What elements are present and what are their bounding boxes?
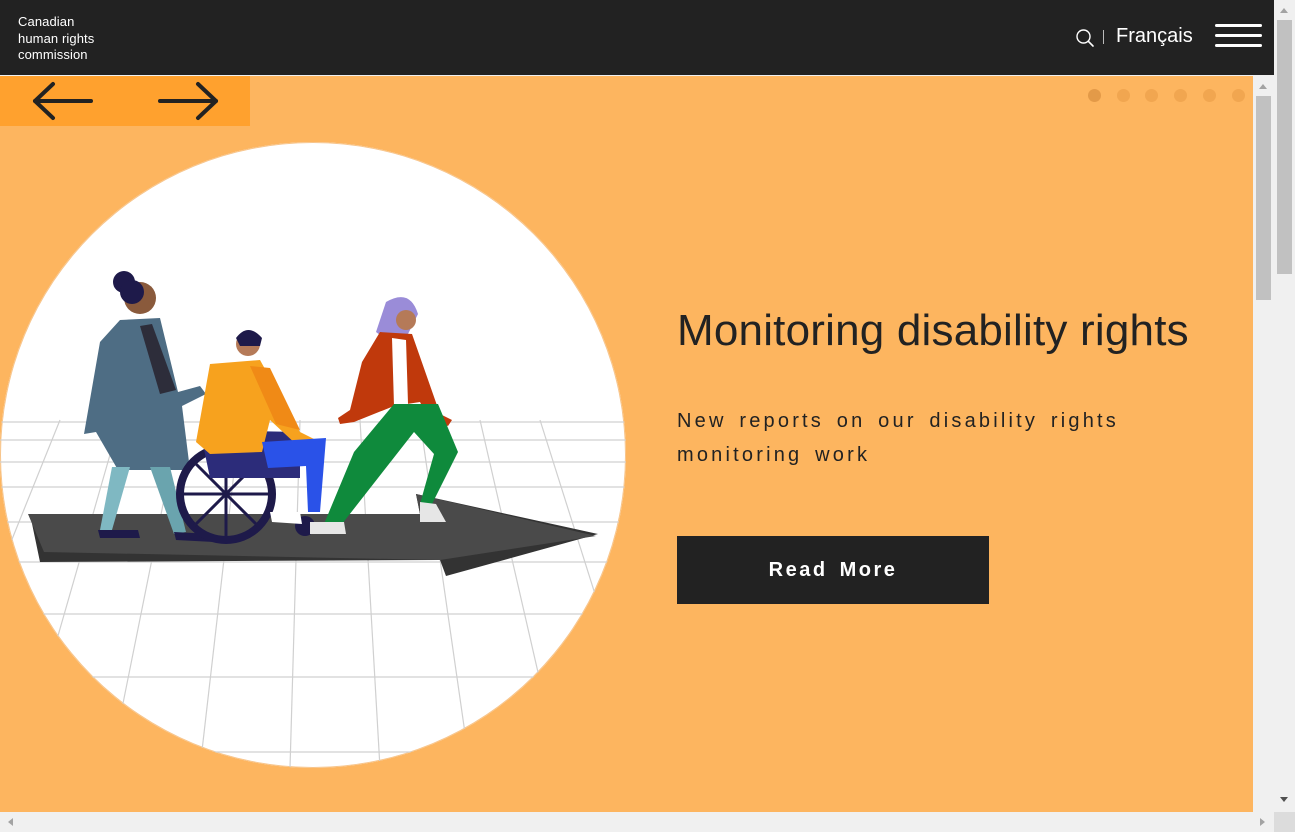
- inner-vertical-scrollbar[interactable]: [1253, 76, 1274, 812]
- scroll-right-arrow-icon[interactable]: [1260, 818, 1265, 826]
- slider-dot-3[interactable]: [1145, 89, 1158, 102]
- page-vertical-scrollbar[interactable]: [1274, 0, 1295, 812]
- site-header: Canadian human rights commission Françai…: [0, 0, 1274, 75]
- hamburger-menu-icon[interactable]: [1215, 24, 1262, 49]
- read-more-button[interactable]: Read More: [677, 536, 989, 604]
- arrow-right-icon[interactable]: [156, 79, 220, 123]
- scroll-up-arrow-icon[interactable]: [1259, 84, 1267, 89]
- scroll-left-arrow-icon[interactable]: [8, 818, 13, 826]
- people-walking-on-arrow-illustration: [0, 142, 626, 768]
- logo-line-3: commission: [18, 47, 88, 62]
- arrow-left-icon[interactable]: [31, 79, 95, 123]
- scrollbar-corner: [1274, 812, 1295, 832]
- slider-dot-4[interactable]: [1174, 89, 1187, 102]
- slider-dot-2[interactable]: [1117, 89, 1130, 102]
- slider-dot-6[interactable]: [1232, 89, 1245, 102]
- slide-description: New reports on our disability rights mon…: [677, 410, 1119, 466]
- search-icon[interactable]: [1075, 28, 1095, 48]
- slider-dot-1[interactable]: [1088, 89, 1101, 102]
- logo-line-2: human rights: [18, 30, 95, 46]
- language-divider: [1103, 30, 1104, 44]
- scroll-up-arrow-icon[interactable]: [1280, 8, 1288, 13]
- page-horizontal-scrollbar[interactable]: [0, 812, 1274, 832]
- scrollbar-thumb[interactable]: [1256, 96, 1271, 300]
- language-toggle-link[interactable]: Français: [1116, 25, 1193, 48]
- logo-line-1: Canadian: [18, 14, 75, 29]
- scroll-down-arrow-icon[interactable]: [1280, 797, 1288, 802]
- hero-slider: Monitoring disability rights New reports…: [0, 76, 1253, 812]
- slide-title: Monitoring disability rights: [677, 306, 1189, 355]
- scrollbar-thumb[interactable]: [1277, 20, 1292, 274]
- slider-dot-5[interactable]: [1203, 89, 1216, 102]
- slider-nav: [0, 76, 250, 126]
- site-logo[interactable]: Canadian human rights commission: [18, 14, 94, 64]
